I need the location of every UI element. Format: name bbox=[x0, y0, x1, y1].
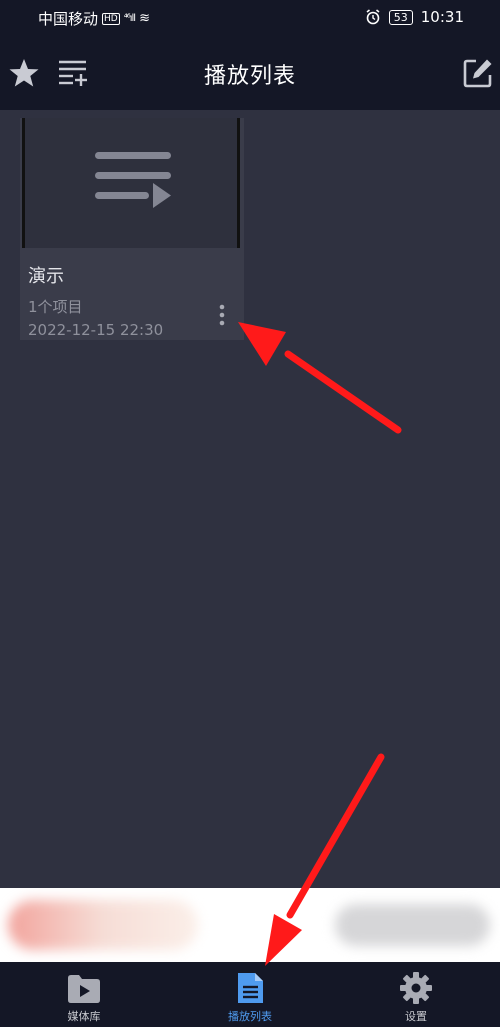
clock: 10:31 bbox=[420, 8, 464, 26]
app-bar: 播放列表 bbox=[0, 36, 500, 110]
nav-item-settings[interactable]: 设置 bbox=[356, 962, 476, 1027]
ad-blurred-image bbox=[8, 900, 198, 950]
nav-label: 媒体库 bbox=[67, 1010, 101, 1023]
ad-banner[interactable] bbox=[0, 888, 500, 962]
page-title: 播放列表 bbox=[203, 64, 296, 89]
bottom-nav: 媒体库 播放列表 设置 bbox=[0, 962, 500, 1027]
nav-label: 播放列表 bbox=[228, 1010, 272, 1023]
nav-item-media-library[interactable]: 媒体库 bbox=[24, 962, 144, 1027]
gear-icon bbox=[400, 972, 432, 1004]
edit-icon[interactable] bbox=[461, 56, 495, 90]
playlist-grid: 演示 1个项目 2022-12-15 22:30 bbox=[0, 110, 500, 888]
playlist-card[interactable]: 演示 1个项目 2022-12-15 22:30 bbox=[20, 118, 244, 340]
signal-icon: ⁴⁶ıll bbox=[123, 13, 136, 24]
nav-item-playlists[interactable]: 播放列表 bbox=[190, 962, 310, 1027]
document-list-icon bbox=[238, 973, 263, 1003]
alarm-icon bbox=[366, 9, 380, 25]
playlist-thumbnail bbox=[22, 118, 240, 248]
status-bar: 中国移动 HD ⁴⁶ıll ≋ 53 10:31 bbox=[0, 0, 500, 36]
status-right: 53 10:31 bbox=[365, 8, 464, 26]
playlist-date: 2022-12-15 22:30 bbox=[28, 321, 164, 339]
carrier-group: 中国移动 HD ⁴⁶ıll ≋ bbox=[38, 8, 150, 29]
playlist-item-count: 1个项目 bbox=[28, 298, 83, 316]
wifi-icon: ≋ bbox=[139, 11, 150, 26]
folder-play-icon bbox=[68, 975, 100, 1003]
nav-label: 设置 bbox=[405, 1010, 427, 1023]
battery-indicator: 53 bbox=[388, 9, 413, 25]
ad-blurred-button bbox=[335, 904, 490, 946]
playlist-icon bbox=[95, 152, 171, 208]
hd-badge: HD bbox=[102, 12, 120, 25]
playlist-name: 演示 bbox=[28, 266, 64, 287]
carrier-name: 中国移动 bbox=[38, 10, 99, 28]
more-options-icon[interactable] bbox=[214, 302, 230, 328]
